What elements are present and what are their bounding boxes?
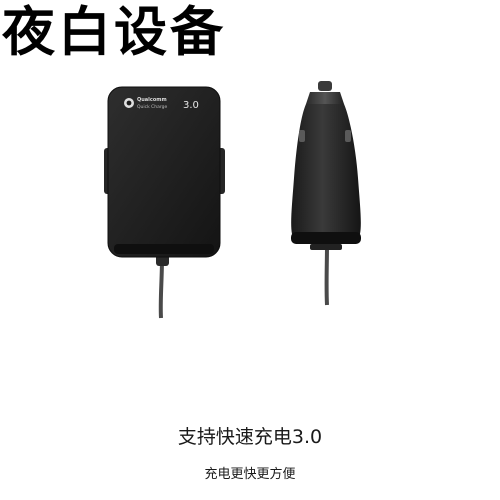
hub-logo-version: 3.0 xyxy=(183,100,199,111)
hub-cable xyxy=(158,257,164,319)
headline-caption: 支持快速充电3.0 xyxy=(177,426,323,448)
hub-body xyxy=(107,86,221,258)
plug-spring-right xyxy=(345,130,351,142)
hub-body-bottom-edge xyxy=(114,244,214,254)
plug-base xyxy=(291,232,361,244)
hub-logo-product: Quick Charge xyxy=(137,104,168,110)
hub-logo-brand: Qualcomm xyxy=(137,97,167,103)
plug-tip xyxy=(318,81,332,91)
subline-caption: 充电更快更方便 xyxy=(204,467,296,482)
plug-spring-left xyxy=(299,130,305,142)
plug-body xyxy=(291,104,361,234)
plug-top-cap xyxy=(306,92,344,104)
product-illustration: Qualcomm Quick Charge 3.0 xyxy=(104,81,361,319)
product-page: 夜白设备 Qualcomm Quick Charge 3.0 支持快速充电3.0… xyxy=(0,0,500,500)
